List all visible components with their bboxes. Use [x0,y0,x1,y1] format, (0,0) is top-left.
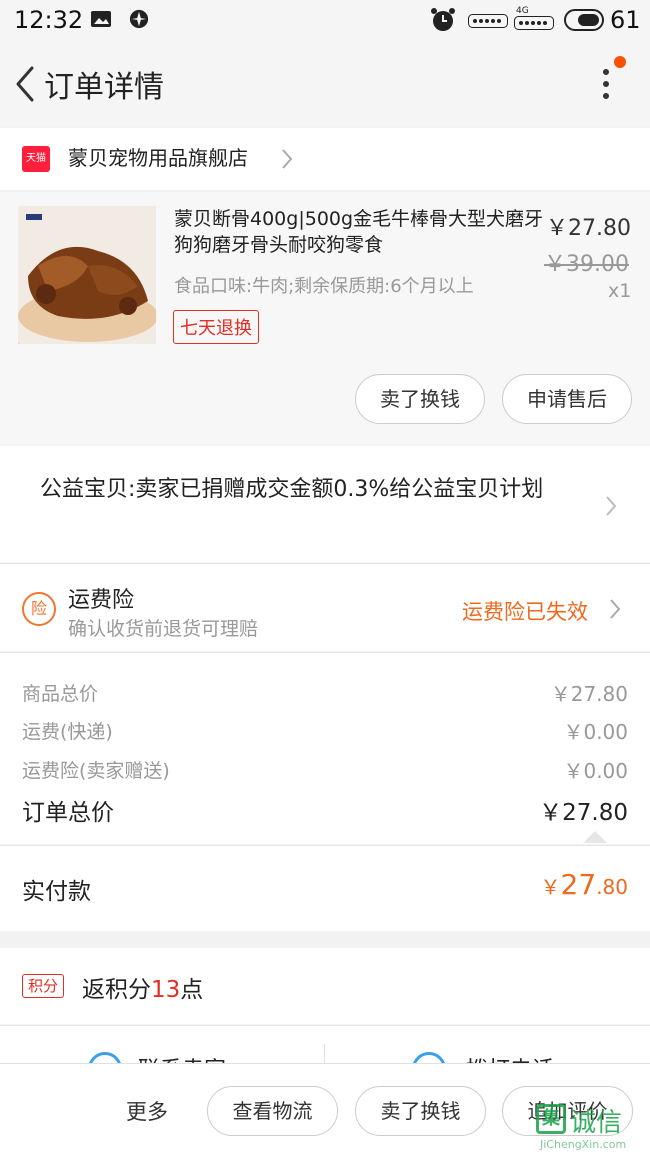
tmall-logo-icon: 天猫 [22,146,50,172]
more-button[interactable]: 更多 [126,1096,168,1126]
summary-value: ￥27.80 [550,682,628,706]
product-image[interactable] [18,206,156,344]
order-total-label: 订单总价 [22,800,114,826]
watermark: 集 诚信 JiChengXin.com [530,1100,650,1155]
points-row: 积分 返积分13点 [0,948,650,1024]
paid-integer: 27 [560,868,597,901]
insurance-status[interactable]: 运费险已失效 [462,596,588,626]
watermark-text: 诚信 [570,1108,623,1138]
app-icon [129,9,149,29]
product-price: ￥27.80 [546,216,631,241]
4g-signal-icon [514,16,554,30]
return-policy-badge: 七天退换 [173,310,259,344]
product-photo-icon [18,206,156,344]
chevron-right-icon [282,149,293,169]
paid-decimal: .80 [596,875,628,899]
after-sale-button[interactable]: 申请售后 [502,374,632,424]
points-number: 13 [151,977,181,1003]
watermark-logo-icon: 集 [536,1104,566,1134]
paid-label: 实付款 [22,879,91,905]
product-spec: 食品口味:牛肉;剩余保质期:6个月以上 [174,276,474,297]
store-row[interactable]: 天猫 蒙贝宠物用品旗舰店 [0,128,650,190]
paid-row: 实付款 ￥27.80 [0,845,650,931]
back-arrow-icon[interactable] [6,60,46,108]
chevron-right-icon [610,599,621,619]
store-name[interactable]: 蒙贝宠物用品旗舰店 [68,142,248,171]
image-icon [91,11,111,27]
page-title: 订单详情 [44,70,164,105]
app-header: 订单详情 [0,40,650,126]
insurance-icon: 险 [22,592,56,626]
paid-amount: ￥27.80 [541,868,628,901]
sell-button[interactable]: 卖了换钱 [355,374,485,424]
price-summary: 商品总价 ￥27.80 运费(快递) ￥0.00 运费险(卖家赠送) ￥0.00… [0,652,650,844]
charity-row[interactable]: 公益宝贝:卖家已捐赠成交金额0.3%给公益宝贝计划 [0,446,650,562]
status-bar: 12:32 4G 61 [0,0,650,40]
paid-currency: ￥ [540,875,561,899]
notification-dot [614,56,626,68]
sell-button[interactable]: 卖了换钱 [355,1086,486,1136]
points-prefix: 返积分 [82,977,151,1003]
order-total-value: ￥27.80 [539,800,628,826]
shipping-insurance-row[interactable]: 险 运费险 确认收货前退货可理赔 运费险已失效 [0,563,650,651]
product-card[interactable]: 蒙贝断骨400g|500g金毛牛棒骨大型犬磨牙狗狗磨牙骨头耐咬狗零食 ￥27.8… [0,192,650,444]
insurance-title: 运费险 [68,588,135,613]
summary-label: 商品总价 [22,683,99,705]
summary-value: ￥0.00 [563,759,628,783]
watermark-domain: JiChengXin.com [540,1138,627,1151]
summary-label: 运费险(卖家赠送) [22,760,170,782]
alarm-icon [431,8,455,31]
status-time: 12:32 [14,6,84,34]
network-type: 4G [516,6,529,16]
points-suffix: 点 [180,977,204,1003]
summary-label: 运费(快递) [22,721,113,743]
insurance-subtitle: 确认收货前退货可理赔 [68,618,259,640]
view-logistics-button[interactable]: 查看物流 [207,1086,338,1136]
product-title[interactable]: 蒙贝断骨400g|500g金毛牛棒骨大型犬磨牙狗狗磨牙骨头耐咬狗零食 [174,206,544,258]
summary-value: ￥0.00 [563,720,628,744]
chevron-right-icon [606,496,617,516]
points-badge: 积分 [22,974,64,998]
battery-level: 61 [610,6,641,34]
charity-text: 公益宝贝:卖家已捐赠成交金额0.3%给公益宝贝计划 [40,477,544,502]
battery-icon [564,9,604,31]
product-original-price: ￥39.00 [544,252,629,277]
points-text: 返积分13点 [82,970,203,1004]
more-vertical-icon[interactable] [590,62,624,112]
signal-icon [468,14,508,28]
caret-up-icon [583,831,607,843]
product-quantity: x1 [608,280,632,302]
